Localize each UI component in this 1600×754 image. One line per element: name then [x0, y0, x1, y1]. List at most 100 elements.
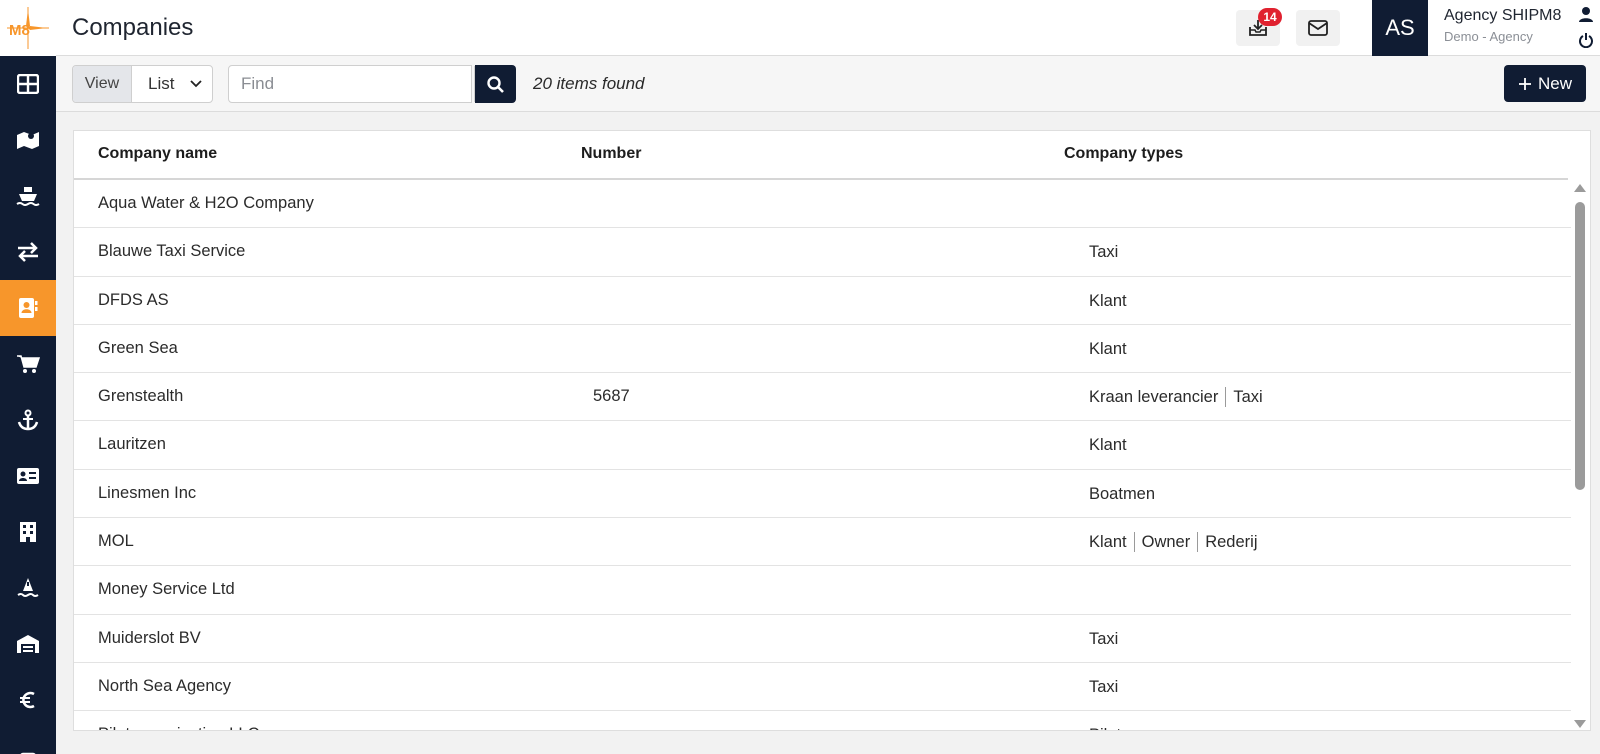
table-row[interactable]: Green Sea Klant: [74, 325, 1571, 374]
company-name-cell: Muiderslot BV: [98, 628, 201, 647]
id-card-icon: [17, 468, 39, 484]
company-type-tag: Taxi: [1225, 387, 1269, 408]
company-types-cell: Boatmen: [1089, 484, 1162, 504]
company-type-tag: Owner: [1133, 532, 1198, 553]
chevron-down-icon: [190, 80, 202, 88]
sidebar-item-dashboard[interactable]: [0, 56, 56, 112]
sidebar-item-companies[interactable]: [0, 280, 56, 336]
view-select-value: List: [148, 74, 175, 93]
table-row[interactable]: Lauritzen Klant: [74, 421, 1571, 470]
table-row[interactable]: North Sea Agency Taxi: [74, 663, 1571, 712]
sidebar-item-contacts[interactable]: [0, 448, 56, 504]
column-header-company-types[interactable]: Company types: [1064, 145, 1183, 163]
company-name-cell: Linesmen Inc: [98, 483, 197, 502]
downloads-button[interactable]: 14: [1236, 8, 1282, 46]
company-name-cell: DFDS AS: [98, 290, 169, 309]
search-icon: [487, 75, 504, 93]
vertical-scrollbar[interactable]: [1570, 180, 1590, 730]
company-name-cell: Green Sea: [98, 338, 178, 357]
anchor-icon: [17, 409, 39, 431]
company-name-cell: MOL: [98, 532, 134, 551]
sidebar-item-map[interactable]: [0, 112, 56, 168]
find-field: [228, 65, 489, 103]
company-types-cell: Klant: [1089, 291, 1134, 311]
column-header-number[interactable]: Number: [581, 145, 641, 163]
company-name-cell: Money Service Ltd: [98, 580, 235, 599]
app-logo[interactable]: M8: [0, 0, 56, 56]
company-name-cell: North Sea Agency: [98, 676, 231, 695]
transfer-arrows-icon: [18, 242, 38, 262]
table-row[interactable]: DFDS AS Klant: [74, 277, 1571, 325]
result-count: 20 items found: [533, 74, 645, 93]
svg-text:M8: M8: [9, 22, 30, 39]
find-input[interactable]: [229, 66, 474, 102]
sidebar-item-buildings[interactable]: [0, 504, 56, 560]
messages-button[interactable]: [1296, 10, 1340, 46]
company-type-tag: Taxi: [1089, 243, 1119, 262]
sidebar-item-orders[interactable]: [0, 336, 56, 392]
company-types-cell: Klant: [1089, 339, 1134, 359]
sidebar-item-vessels[interactable]: [0, 168, 56, 224]
buoy-icon: [17, 578, 39, 597]
ship-icon: [16, 187, 40, 206]
address-book-icon: [19, 298, 38, 318]
table-row[interactable]: Muiderslot BV Taxi: [74, 615, 1571, 663]
sidebar-item-port-calls[interactable]: [0, 392, 56, 448]
company-types-cell: Klant: [1089, 435, 1134, 455]
company-type-tag: Rederij: [1197, 532, 1264, 553]
company-name-cell: Grenstealth: [98, 387, 184, 406]
company-name-cell: Pilot organisation LLC: [98, 725, 259, 730]
company-types-cell: Pilot: [1089, 725, 1128, 730]
toolbar: View List 20 items found New: [56, 56, 1600, 112]
search-button[interactable]: [475, 65, 516, 103]
sidebar-item-transfers[interactable]: [0, 224, 56, 280]
company-types-cell: Taxi: [1089, 677, 1125, 697]
euro-icon: [20, 691, 35, 709]
view-select[interactable]: List: [132, 66, 212, 102]
plus-icon: [1518, 77, 1531, 90]
sidebar-item-more[interactable]: [0, 728, 56, 754]
view-selector: View List: [72, 65, 213, 103]
company-type-tag: Klant: [1089, 436, 1127, 455]
companies-table: Company name Number Company types Aqua W…: [73, 130, 1591, 731]
building-icon: [20, 522, 36, 542]
company-name-cell: Blauwe Taxi Service: [98, 242, 246, 261]
new-company-button[interactable]: New: [1504, 65, 1586, 102]
agency-subtitle: Demo - Agency: [1444, 29, 1533, 44]
sidebar-item-buoys[interactable]: [0, 560, 56, 616]
sidebar-item-warehouse[interactable]: [0, 616, 56, 672]
table-row[interactable]: Grenstealth 5687 Kraan leverancier Taxi: [74, 373, 1571, 422]
scroll-up-arrow-icon[interactable]: [1574, 184, 1586, 192]
scrollbar-thumb[interactable]: [1575, 202, 1585, 490]
company-number-cell: 5687: [593, 387, 630, 406]
company-type-tag: Pilot: [1089, 725, 1128, 730]
column-header-company-name[interactable]: Company name: [98, 145, 217, 163]
compass-logo-icon: M8: [7, 7, 49, 49]
company-type-tag: Taxi: [1089, 677, 1119, 696]
company-type-tag: Klant: [1089, 339, 1127, 358]
sidebar-item-finance[interactable]: [0, 672, 56, 728]
table-row[interactable]: Pilot organisation LLC Pilot: [74, 711, 1571, 730]
company-type-tag: Klant: [1089, 533, 1127, 552]
scroll-down-arrow-icon[interactable]: [1574, 720, 1586, 728]
company-name-cell: Aqua Water & H2O Company: [98, 194, 314, 212]
warehouse-icon: [17, 635, 39, 653]
map-icon: [17, 132, 39, 149]
company-type-tag: Taxi: [1089, 629, 1119, 648]
company-type-tag: Klant: [1089, 291, 1127, 310]
table-row[interactable]: Money Service Ltd: [74, 566, 1571, 615]
view-label: View: [73, 66, 132, 102]
dashboard-grid-icon: [17, 74, 39, 94]
company-type-tag: Boatmen: [1089, 484, 1156, 503]
table-header: Company name Number Company types: [74, 131, 1568, 180]
table-row[interactable]: Blauwe Taxi Service Taxi: [74, 228, 1571, 277]
logout-power-icon[interactable]: [1578, 32, 1594, 53]
table-row[interactable]: MOL Klant Owner Rederij: [74, 518, 1571, 567]
user-profile-icon[interactable]: [1578, 6, 1594, 27]
table-row[interactable]: Linesmen Inc Boatmen: [74, 470, 1571, 519]
table-row[interactable]: Aqua Water & H2O Company: [74, 180, 1571, 229]
user-avatar[interactable]: AS: [1372, 0, 1428, 56]
table-body: Aqua Water & H2O Company Blauwe Taxi Serv…: [74, 180, 1571, 730]
sidebar-nav: [0, 56, 56, 754]
page-title: Companies: [72, 14, 194, 41]
